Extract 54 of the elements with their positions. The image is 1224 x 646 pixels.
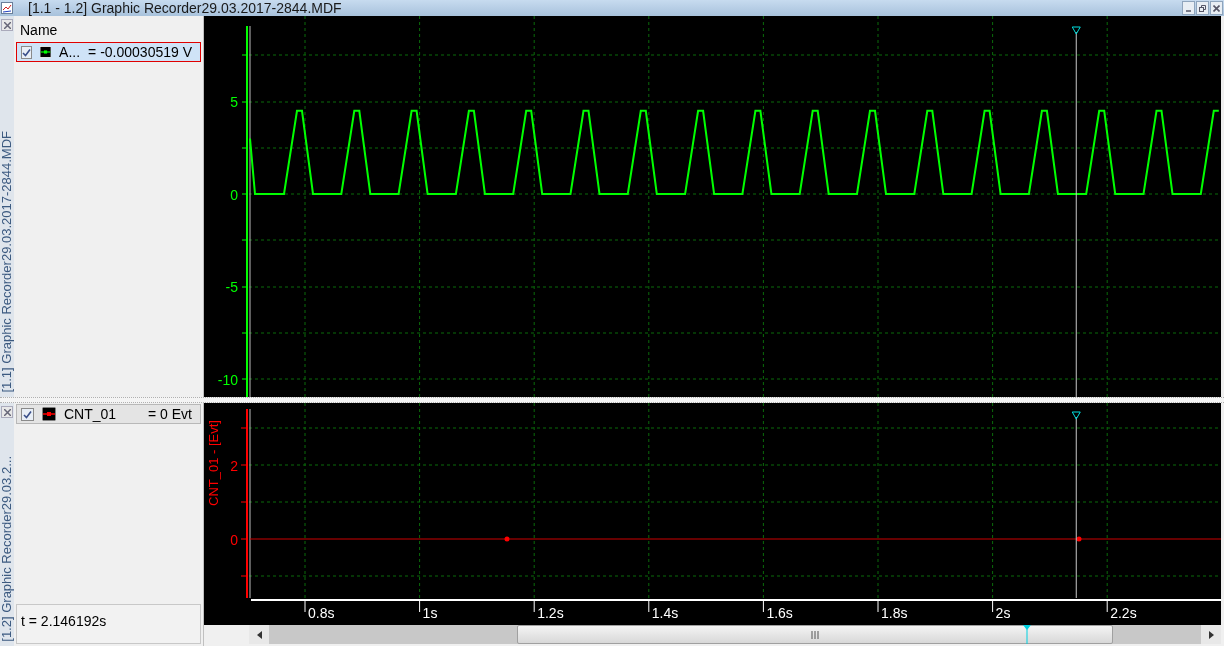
close-icon	[3, 408, 11, 416]
line-marker-icon	[40, 45, 52, 59]
column-header: Name	[19, 21, 59, 40]
close-button[interactable]	[1, 406, 13, 418]
cursor-line[interactable]	[1071, 26, 1081, 397]
time-tick-label: 1.4s	[651, 605, 679, 621]
time-tick-label: 1.6s	[766, 605, 793, 621]
pane-tab[interactable]: [1.2] Graphic Recorder29.03.2...	[0, 456, 17, 642]
line-marker-icon	[42, 407, 56, 421]
left-arrow-icon	[256, 630, 262, 639]
cursor-marker-icon	[1023, 625, 1031, 644]
checkmark-icon	[22, 47, 31, 57]
y-tick-label: 0	[230, 532, 238, 548]
restore-button[interactable]	[1196, 1, 1209, 15]
close-icon	[1213, 4, 1220, 12]
grip-icon	[810, 630, 820, 639]
scroll-thumb[interactable]	[517, 625, 1113, 644]
y-tick-label: 2	[230, 458, 238, 474]
scroll-left-button[interactable]	[249, 625, 269, 644]
horizontal-scrollbar[interactable]	[249, 625, 1221, 644]
y-tick-label: -10	[217, 371, 238, 388]
event-point	[1076, 536, 1082, 542]
y-tick-label: -5	[225, 279, 238, 295]
channel-row[interactable]: A... = -0.00030519 V	[16, 42, 201, 62]
y-axis-title: CNT_01 - [Evt]	[206, 420, 221, 506]
channel-row[interactable]: CNT_01 = 0 Evt	[16, 404, 201, 424]
time-tick-label: 2s	[995, 605, 1011, 621]
time-tick-label: 1s	[422, 605, 438, 621]
event-point	[504, 536, 510, 542]
close-button[interactable]	[1, 19, 13, 31]
time-tick-label: 1.8s	[881, 605, 908, 621]
window-title: [1.1 - 1.2] Graphic Recorder29.03.2017-2844.MDF	[28, 0, 342, 18]
close-button[interactable]	[1210, 1, 1223, 15]
close-icon	[3, 21, 11, 29]
checkbox[interactable]	[21, 407, 34, 421]
pane-tab[interactable]: [1.1] Graphic Recorder29.03.2017-2844.MDF	[0, 131, 17, 393]
y-tick-label: 0	[230, 186, 238, 203]
scroll-right-button[interactable]	[1201, 625, 1221, 644]
minimize-button[interactable]	[1182, 1, 1195, 15]
cursor-readout: t = 2.146192s	[21, 613, 107, 629]
channel-value: = -0.00030519 V	[88, 42, 193, 62]
time-tick-label: 0.8s	[308, 605, 335, 621]
time-tick-label: 2.2s	[1110, 605, 1137, 621]
channel-name: A...	[59, 42, 81, 62]
cursor-line[interactable]	[1071, 411, 1081, 598]
checkbox[interactable]	[21, 45, 32, 59]
right-arrow-icon	[1208, 630, 1214, 639]
y-tick-label: 5	[230, 94, 238, 110]
time-tick-label: 1.2s	[537, 605, 564, 621]
checkmark-icon	[23, 409, 32, 419]
restore-icon	[1199, 4, 1206, 12]
channel-value: = 0 Evt	[148, 404, 193, 424]
channel-name: CNT_01	[64, 404, 117, 424]
chart-window-icon	[1, 2, 13, 14]
